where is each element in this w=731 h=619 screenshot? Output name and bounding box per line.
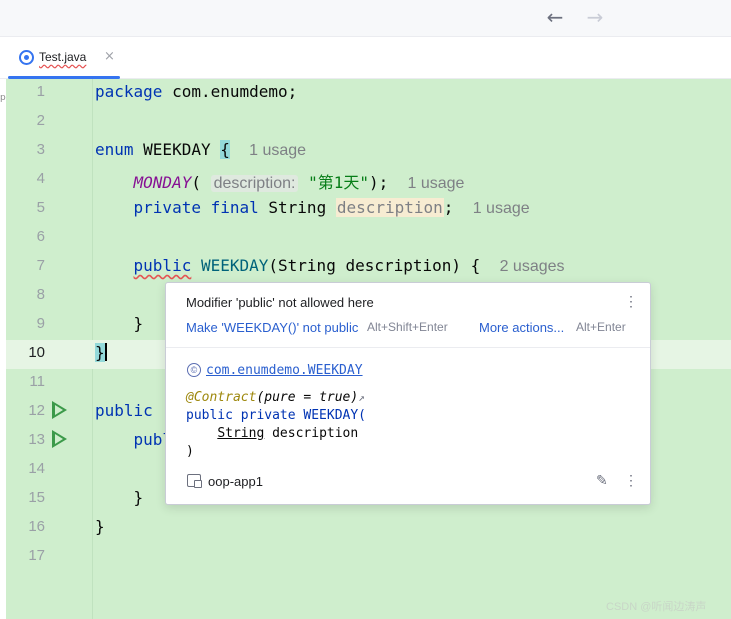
line-number: 3 (36, 141, 45, 158)
more-options-icon[interactable]: ⋮ (624, 293, 638, 310)
unused-field: description (335, 198, 444, 217)
error-modifier: public (133, 256, 192, 275)
close-icon[interactable]: × (104, 49, 115, 64)
error-message: Modifier 'public' not allowed here (186, 295, 374, 310)
class-link[interactable]: com.enumdemo.WEEKDAY (206, 363, 363, 378)
usage-hint: 1 usage (472, 200, 530, 217)
line-number: 11 (29, 373, 45, 390)
line-number: 1 (36, 83, 45, 100)
doc-signature-line: ) (186, 444, 194, 459)
line-number: 2 (36, 112, 45, 129)
usage-hint: 2 usages (499, 258, 565, 275)
popup-divider (166, 347, 650, 348)
line-number: 6 (36, 228, 45, 245)
line-number: 4 (36, 170, 45, 187)
editor-tab-bar: Test.java × (0, 37, 731, 79)
matched-brace: { (220, 140, 230, 159)
tab-label: Test.java (39, 50, 87, 64)
code-line: 7 public WEEKDAY(String description) { 2… (6, 253, 731, 282)
external-link-icon: ↗ (358, 391, 365, 404)
code-line: 4 MONDAY( description: "第1天"); 1 usage (6, 166, 731, 195)
quick-fix-link[interactable]: Make 'WEEKDAY()' not public (186, 320, 358, 335)
code-line: 1 package com.enumdemo; (6, 79, 731, 108)
line-number: 7 (36, 257, 45, 274)
more-actions-shortcut: Alt+Enter (576, 320, 626, 334)
top-toolbar: ← → (0, 0, 731, 37)
line-number: 14 (28, 460, 45, 477)
parameter-hint: description: (210, 175, 299, 192)
line-number: 12 (28, 402, 45, 419)
error-tooltip-popup: Modifier 'public' not allowed here ⋮ Mak… (165, 282, 651, 505)
code-line: 16 } (6, 514, 731, 543)
usage-hint: 1 usage (249, 142, 307, 159)
line-number: 10 (28, 344, 45, 361)
java-class-icon (19, 50, 34, 65)
arrow-right-icon[interactable]: → (582, 6, 608, 28)
line-number: 15 (28, 489, 45, 506)
arrow-left-icon[interactable]: ← (542, 6, 568, 28)
doc-signature-line: public private WEEKDAY( (186, 408, 367, 423)
text-caret (104, 343, 107, 361)
pencil-icon[interactable]: ✎ (596, 472, 608, 489)
line-number: 8 (36, 286, 45, 303)
more-actions-link[interactable]: More actions... (479, 320, 564, 335)
code-line: 5 private final String description; 1 us… (6, 195, 731, 224)
code-line: 6 (6, 224, 731, 253)
code-line: 3 enum WEEKDAY { 1 usage (6, 137, 731, 166)
line-number: 16 (28, 518, 45, 535)
watermark: CSDN @听闻边涛声 (606, 601, 707, 613)
line-number: 17 (28, 547, 45, 564)
class-icon: © (187, 363, 201, 377)
more-options-icon[interactable]: ⋮ (624, 472, 638, 489)
run-icon[interactable] (52, 401, 67, 419)
doc-signature-line: @Contract(pure = true)↗ (186, 390, 365, 405)
line-number: 9 (36, 315, 45, 332)
code-line: 2 (6, 108, 731, 137)
line-number: 13 (28, 431, 45, 448)
line-number: 5 (36, 199, 45, 216)
code-line: 17 (6, 543, 731, 572)
run-icon[interactable] (52, 430, 67, 448)
quick-fix-shortcut: Alt+Shift+Enter (367, 320, 448, 334)
tab-test-java[interactable]: Test.java × (8, 37, 120, 79)
usage-hint: 1 usage (407, 175, 465, 192)
matched-brace: } (95, 343, 105, 362)
doc-signature-line: String description (217, 426, 359, 441)
module-name: oop-app1 (208, 474, 263, 489)
module-icon (187, 474, 202, 488)
